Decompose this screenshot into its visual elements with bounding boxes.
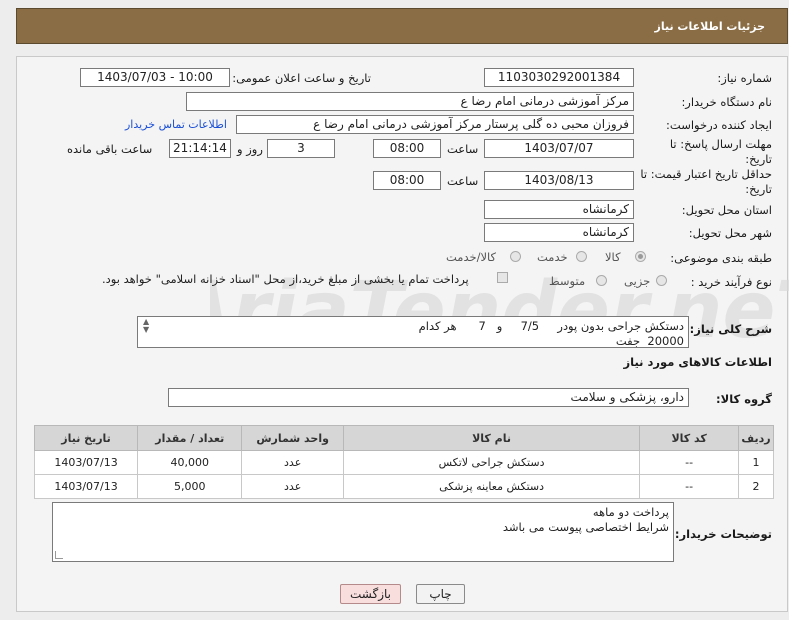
category-option-goods: کالا [605, 250, 621, 264]
validity-time-label: ساعت [447, 174, 479, 188]
cell-goods-code: -- [639, 450, 740, 475]
announce-datetime-field: 1403/07/03 - 10:00 [80, 68, 230, 87]
deadline-date-label: تاریخ: [745, 152, 772, 166]
need-number-field: 1103030292001384 [484, 68, 634, 87]
need-number-label: شماره نیاز: [717, 71, 772, 85]
process-radio-medium[interactable] [596, 275, 607, 286]
buyer-notes-line-1: پرداخت دو ماهه [592, 505, 669, 519]
province-field: کرمانشاه [484, 200, 634, 219]
category-option-goods-service: کالا/خدمت [446, 250, 497, 264]
cell-goods-name: دستکش معاینه پزشکی [342, 474, 641, 499]
description-label: شرح کلی نیاز: [689, 322, 772, 336]
col-goods-name: نام کالا [342, 425, 641, 451]
description-line-1: دستکش جراحی بدون پودر 7/5 و 7 هر کدام [418, 319, 684, 333]
col-row-number: ردیف [738, 425, 774, 451]
category-radio-goods-service[interactable] [510, 251, 521, 262]
cell-row-number: 1 [738, 450, 774, 475]
treasury-payment-note: پرداخت تمام یا بخشی از مبلغ خرید،از محل … [102, 272, 469, 286]
col-quantity: تعداد / مقدار [137, 425, 243, 451]
deadline-label: مهلت ارسال پاسخ: تا [669, 137, 772, 151]
buyer-notes-label: توضیحات خریدار: [674, 527, 772, 541]
deadline-time-label: ساعت [447, 142, 479, 156]
cell-goods-name: دستکش جراحی لاتکس [342, 450, 641, 475]
scroll-up-down-icon[interactable]: ▲ ▼ [143, 318, 149, 334]
cell-need-date: 1403/07/13 [33, 474, 139, 499]
remaining-time-field: 21:14:14 [169, 139, 231, 158]
process-radio-minor[interactable] [656, 275, 667, 286]
announce-label: تاریخ و ساعت اعلان عمومی: [232, 71, 371, 85]
cell-need-date: 1403/07/13 [33, 450, 139, 475]
resize-handle-icon[interactable] [55, 551, 63, 559]
page-header: جزئیات اطلاعات نیاز [16, 8, 788, 44]
validity-time-field: 08:00 [373, 171, 441, 190]
col-unit: واحد شمارش [241, 425, 344, 451]
province-label: استان محل تحویل: [681, 203, 772, 217]
contact-info-link[interactable]: اطلاعات تماس خریدار [125, 118, 227, 131]
goods-table-header: ردیف کد کالا نام کالا واحد شمارش تعداد /… [33, 425, 774, 451]
deadline-date-field: 1403/07/07 [484, 139, 634, 158]
cell-unit: عدد [241, 474, 344, 499]
table-row: 1 -- دستکش جراحی لاتکس عدد 40,000 1403/0… [33, 450, 774, 475]
category-label: طبقه بندی موضوعی: [670, 251, 772, 265]
goods-group-label: گروه کالا: [716, 392, 772, 406]
cell-unit: عدد [241, 450, 344, 475]
cell-quantity: 40,000 [137, 450, 243, 475]
validity-date-label: تاریخ: [745, 182, 772, 196]
col-need-date: تاریخ نیاز [33, 425, 139, 451]
cell-quantity: 5,000 [137, 474, 243, 499]
buyer-org-field: مرکز آموزشی درمانی امام رضا ع [186, 92, 634, 111]
cell-row-number: 2 [738, 474, 774, 499]
page-title: جزئیات اطلاعات نیاز [654, 20, 766, 33]
cell-goods-code: -- [639, 474, 740, 499]
back-button[interactable]: بازگشت [340, 584, 401, 604]
days-label: روز و [237, 142, 263, 156]
validity-date-field: 1403/08/13 [484, 171, 634, 190]
process-label: نوع فرآیند خرید : [690, 275, 772, 289]
goods-section-title: اطلاعات کالاهای مورد نیاز [623, 355, 772, 369]
treasury-payment-checkbox[interactable] [497, 272, 508, 283]
process-option-minor: جزیی [624, 274, 651, 288]
deadline-time-field: 08:00 [373, 139, 441, 158]
col-goods-code: کد کالا [639, 425, 740, 451]
city-field: کرمانشاه [484, 223, 634, 242]
buyer-notes-line-2: شرایط اختصاصی پیوست می باشد [502, 520, 669, 534]
description-textarea[interactable]: دستکش جراحی بدون پودر 7/5 و 7 هر کدام 20… [137, 316, 689, 348]
days-field: 3 [267, 139, 335, 158]
goods-table: ردیف کد کالا نام کالا واحد شمارش تعداد /… [33, 425, 774, 499]
goods-group-field: دارو، پزشکی و سلامت [168, 388, 689, 407]
validity-label: حداقل تاریخ اعتبار قیمت: تا [640, 167, 772, 181]
description-line-2: 20000 جفت [615, 334, 684, 348]
category-radio-service[interactable] [576, 251, 587, 262]
category-radio-goods[interactable] [635, 251, 646, 262]
buyer-notes-textarea[interactable]: پرداخت دو ماهه شرایط اختصاصی پیوست می با… [52, 502, 674, 562]
remaining-label: ساعت باقی مانده [67, 142, 153, 156]
buyer-org-label: نام دستگاه خریدار: [681, 95, 772, 109]
print-button[interactable]: چاپ [416, 584, 465, 604]
process-option-medium: متوسط [549, 274, 586, 288]
table-row: 2 -- دستکش معاینه پزشکی عدد 5,000 1403/0… [33, 474, 774, 499]
city-label: شهر محل تحویل: [688, 226, 772, 240]
category-option-service: خدمت [537, 250, 568, 264]
requester-field: فروزان محبی ده گلی پرستار مرکز آموزشی در… [236, 115, 634, 134]
requester-label: ایجاد کننده درخواست: [666, 118, 772, 132]
